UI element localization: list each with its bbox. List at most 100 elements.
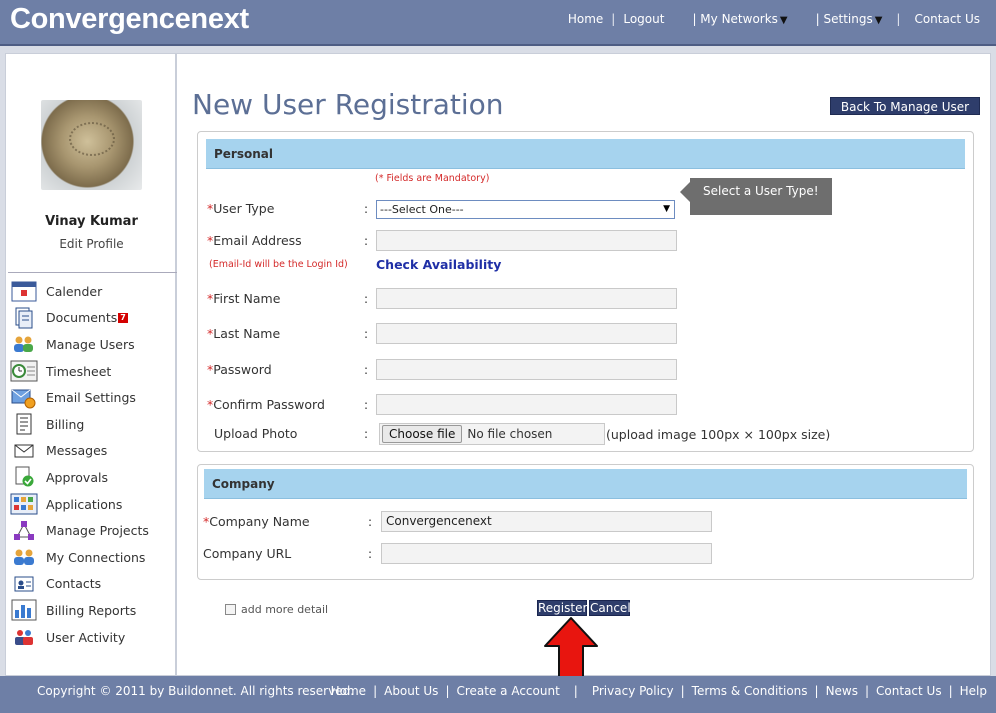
- sidebar-item-messages[interactable]: Messages: [8, 438, 177, 465]
- add-more-detail[interactable]: add more detail: [225, 603, 328, 616]
- timesheet-icon: [10, 360, 38, 382]
- nav-logout[interactable]: Logout: [623, 12, 664, 26]
- upload-photo-label: Upload Photo: [214, 426, 298, 441]
- documents-icon: [10, 307, 38, 329]
- sidebar: Vinay Kumar Edit Profile Calender Docume…: [6, 54, 177, 677]
- projects-icon: [10, 520, 38, 542]
- envelope-icon: [10, 440, 38, 462]
- nav-contact-us[interactable]: Contact Us: [914, 12, 980, 26]
- site-logo[interactable]: Convergencenext: [10, 3, 249, 36]
- footer-link-home[interactable]: Home: [331, 684, 366, 698]
- top-nav: Home | Logout | My Networks ▼ | Settings ▼…: [568, 12, 980, 26]
- nav-home[interactable]: Home: [568, 12, 603, 26]
- footer-link-terms[interactable]: Terms & Conditions: [692, 684, 808, 698]
- company-url-label: Company URL: [203, 546, 292, 561]
- sidebar-item-user-activity[interactable]: User Activity: [8, 624, 177, 651]
- sidebar-item-manage-projects[interactable]: Manage Projects: [8, 517, 177, 544]
- upload-photo-input[interactable]: Choose file No file chosen: [379, 423, 605, 445]
- company-url-field[interactable]: [381, 543, 712, 564]
- no-file-text: No file chosen: [467, 427, 553, 441]
- sidebar-item-label: Billing Reports: [46, 602, 137, 618]
- approvals-icon: [10, 466, 38, 488]
- email-field[interactable]: [376, 230, 677, 251]
- footer: Copyright © 2011 by Buildonnet. All righ…: [0, 676, 996, 713]
- sidebar-item-label: Manage Users: [46, 336, 135, 352]
- footer-link-about-us[interactable]: About Us: [384, 684, 438, 698]
- users-icon: [10, 333, 38, 355]
- check-availability-link[interactable]: Check Availability: [376, 257, 501, 272]
- register-button[interactable]: Register: [537, 600, 587, 616]
- sidebar-item-manage-users[interactable]: Manage Users: [8, 331, 177, 358]
- footer-link-privacy-policy[interactable]: Privacy Policy: [592, 684, 674, 698]
- sidebar-item-email-settings[interactable]: Email Settings: [8, 384, 177, 411]
- mandatory-note: (* Fields are Mandatory): [375, 173, 490, 184]
- sidebar-item-label: Messages: [46, 443, 108, 459]
- profile-name: Vinay Kumar: [45, 214, 138, 229]
- sidebar-item-approvals[interactable]: Approvals: [8, 464, 177, 491]
- avatar: [41, 100, 142, 190]
- dropdown-arrow-icon: ▼: [663, 204, 670, 214]
- user-type-select[interactable]: ---Select One--- ▼: [376, 200, 675, 219]
- sidebar-item-label: Documents: [46, 310, 118, 326]
- last-name-label: *Last Name: [207, 326, 281, 341]
- billing-reports-icon: [10, 599, 38, 621]
- sidebar-item-label: Email Settings: [46, 390, 136, 406]
- sidebar-item-label: My Connections: [46, 549, 146, 565]
- billing-icon: [10, 413, 38, 435]
- password-field[interactable]: [376, 359, 677, 380]
- footer-link-help[interactable]: Help: [960, 684, 987, 698]
- email-label: *Email Address: [207, 233, 302, 248]
- applications-icon: [10, 493, 38, 515]
- sidebar-item-my-connections[interactable]: My Connections: [8, 544, 177, 571]
- page-title: New User Registration: [192, 88, 504, 121]
- add-more-checkbox[interactable]: [225, 604, 236, 615]
- sidebar-item-label: Billing: [46, 416, 85, 432]
- first-name-field[interactable]: [376, 288, 677, 309]
- connections-icon: [10, 546, 38, 568]
- sidebar-item-billing-reports[interactable]: Billing Reports: [8, 597, 177, 624]
- nav-separator: |: [896, 12, 901, 26]
- choose-file-button[interactable]: Choose file: [382, 425, 463, 443]
- confirm-password-field[interactable]: [376, 394, 677, 415]
- sidebar-item-label: Approvals: [46, 469, 108, 485]
- back-to-manage-user-button[interactable]: Back To Manage User: [830, 97, 980, 115]
- contacts-icon: [10, 573, 38, 595]
- sidebar-item-label: Timesheet: [46, 363, 112, 379]
- sidebar-item-label: User Activity: [46, 629, 126, 645]
- copyright-text: Copyright © 2011 by Buildonnet. All righ…: [37, 684, 355, 698]
- last-name-field[interactable]: [376, 323, 677, 344]
- company-section-header: Company: [204, 469, 967, 499]
- nav-settings[interactable]: | Settings ▼: [816, 12, 883, 26]
- first-name-label: *First Name: [207, 291, 281, 306]
- chevron-down-icon: ▼: [874, 15, 883, 26]
- sidebar-menu: Calender Documents 7 Manage Users Timeshe…: [8, 272, 177, 650]
- user-activity-icon: [10, 626, 38, 648]
- edit-profile-link[interactable]: Edit Profile: [6, 237, 177, 251]
- cancel-button[interactable]: Cancel: [589, 600, 631, 616]
- sidebar-item-applications[interactable]: Applications: [8, 491, 177, 518]
- sidebar-item-timesheet[interactable]: Timesheet: [8, 358, 177, 385]
- email-note: (Email-Id will be the Login Id): [209, 259, 348, 270]
- sidebar-item-calender[interactable]: Calender: [8, 278, 177, 305]
- email-settings-icon: [10, 387, 38, 409]
- password-label: *Password: [207, 362, 272, 377]
- calendar-icon: [10, 280, 38, 302]
- main-panel: Vinay Kumar Edit Profile Calender Docume…: [5, 53, 991, 681]
- sidebar-item-documents[interactable]: Documents 7: [8, 305, 177, 332]
- documents-count-badge: 7: [118, 312, 128, 323]
- footer-link-contact-us[interactable]: Contact Us: [876, 684, 942, 698]
- footer-link-create-account[interactable]: Create a Account: [456, 684, 559, 698]
- sidebar-item-billing[interactable]: Billing: [8, 411, 177, 438]
- footer-link-news[interactable]: News: [826, 684, 858, 698]
- footer-nav: Home | About Us | Create a Account | Pri…: [330, 684, 987, 698]
- sidebar-item-contacts[interactable]: Contacts: [8, 571, 177, 598]
- user-type-label: *User Type: [207, 201, 275, 216]
- sidebar-item-label: Manage Projects: [46, 523, 149, 539]
- nav-my-networks[interactable]: | My Networks ▼: [692, 12, 787, 26]
- company-name-label: *Company Name: [203, 514, 310, 529]
- top-header: Convergencenext Home | Logout | My Netwo…: [0, 0, 996, 46]
- company-name-field[interactable]: Convergencenext: [381, 511, 712, 532]
- chevron-down-icon: ▼: [779, 15, 788, 26]
- personal-section-header: Personal: [206, 139, 965, 169]
- confirm-password-label: *Confirm Password: [207, 397, 325, 412]
